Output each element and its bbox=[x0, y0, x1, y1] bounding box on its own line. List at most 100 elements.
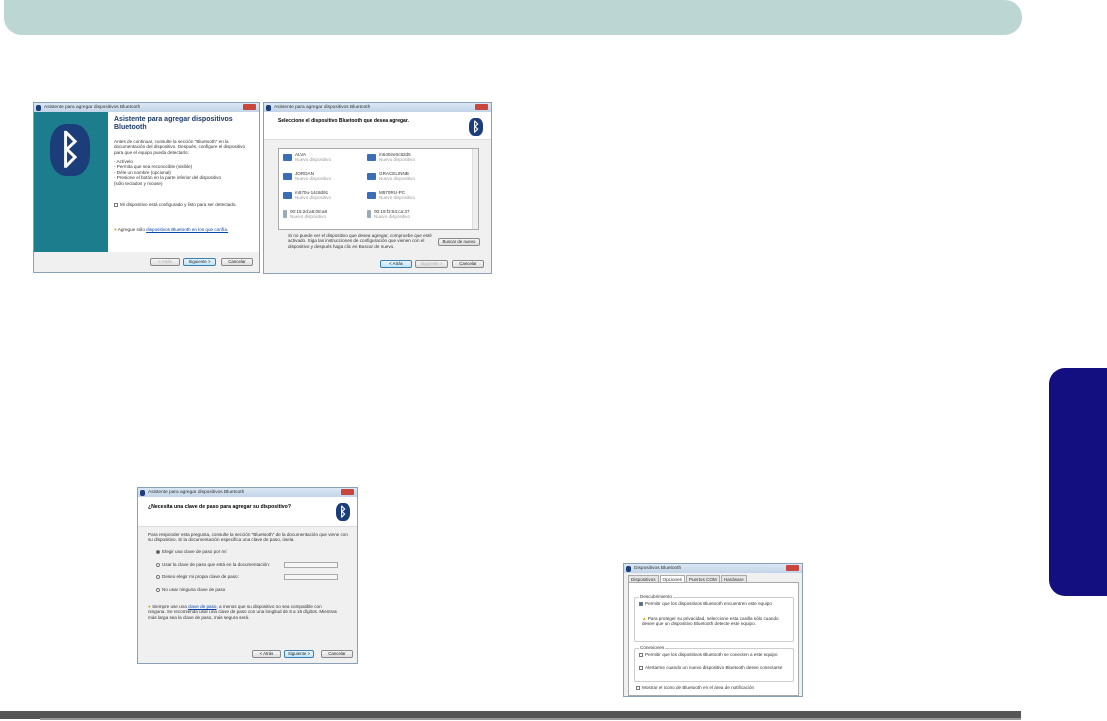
next-button[interactable]: Siguiente > bbox=[183, 258, 216, 266]
window-title: Asistente para agregar dispositivos Blue… bbox=[274, 105, 371, 110]
back-button[interactable]: < Atrás bbox=[150, 258, 180, 266]
bluetooth-icon bbox=[36, 104, 41, 111]
wizard-heading: Asistente para agregar dispositivos Blue… bbox=[114, 116, 233, 131]
bluetooth-select-device-dialog: Asistente para agregar dispositivos Blue… bbox=[263, 102, 492, 274]
option-label: Deseo elegir mi propia clave de paso: bbox=[162, 574, 239, 579]
device-status: Nuevo dispositivo bbox=[295, 157, 332, 162]
close-button[interactable] bbox=[475, 104, 488, 110]
note-text: Siempre use una bbox=[152, 604, 187, 609]
discovery-label: Descubrimiento bbox=[639, 594, 673, 600]
device-status: Nuevo dispositivo bbox=[379, 157, 416, 162]
passkey-link[interactable]: clave de paso bbox=[188, 604, 216, 609]
computer-icon bbox=[283, 172, 292, 180]
device-list-item[interactable]: GRACELINNB Nuevo dispositivo bbox=[367, 171, 415, 181]
trust-note: ● Agregue sólo dispositivos Bluetooth en… bbox=[114, 227, 259, 232]
device-list-item[interactable]: m570u-14c8d91 Nuevo dispositivo bbox=[283, 190, 331, 200]
computer-icon bbox=[283, 191, 292, 199]
cancel-button[interactable]: Cancelar bbox=[321, 650, 353, 658]
checkbox-label: Permitir que los dispositivos Bluetooth … bbox=[645, 601, 772, 606]
shield-icon: ● bbox=[114, 227, 117, 232]
search-again-button[interactable]: Buscar de nuevo bbox=[438, 238, 480, 246]
bluetooth-passkey-dialog: Asistente para agregar dispositivos Blue… bbox=[137, 487, 358, 664]
step: (sólo teclados y mouse) bbox=[114, 180, 163, 186]
intro-text: Para responder esta pregunta, consulte l… bbox=[148, 532, 348, 543]
passkey-option-documentation[interactable]: Usar la clave de paso que está en la doc… bbox=[156, 562, 270, 567]
computer-icon bbox=[367, 191, 376, 199]
passkey-option-custom[interactable]: Deseo elegir mi propia clave de paso: bbox=[156, 574, 239, 579]
cancel-button[interactable]: Cancelar bbox=[452, 260, 484, 268]
device-list-item[interactable]: 00:19:f3:54:ca:37 Nuevo dispositivo bbox=[367, 209, 410, 219]
device-status: Nuevo dispositivo bbox=[379, 176, 416, 181]
next-button[interactable]: Siguiente > bbox=[284, 650, 314, 658]
computer-icon bbox=[367, 153, 376, 161]
custom-passkey-input[interactable] bbox=[284, 574, 338, 580]
checkbox-label: Alertarme cuando un nuevo dispositivo Bl… bbox=[645, 665, 783, 670]
computer-icon bbox=[283, 153, 292, 161]
device-status: Nuevo dispositivo bbox=[379, 195, 416, 200]
title-bar: Asistente para agregar dispositivos Blue… bbox=[264, 103, 491, 112]
passkey-note: ● Siempre use una clave de paso, a menos… bbox=[148, 604, 338, 620]
title-bar: Asistente para agregar dispositivos Blue… bbox=[138, 488, 357, 497]
ready-checkbox[interactable]: Mi dispositivo está configurado y listo … bbox=[114, 202, 259, 207]
close-button[interactable] bbox=[243, 104, 256, 110]
device-status: Nuevo dispositivo bbox=[295, 176, 332, 181]
device-list-item[interactable]: 00:15:2d:a6:08:a8 Nuevo dispositivo bbox=[283, 209, 327, 219]
trusted-devices-link[interactable]: dispositivos Bluetooth en los que confía… bbox=[146, 227, 228, 232]
passkey-option-auto[interactable]: Elegir una clave de paso por mí bbox=[156, 549, 227, 554]
tab-devices[interactable]: Dispositivos bbox=[628, 575, 659, 582]
intro-text: Antes de continuar, consulte la sección … bbox=[114, 139, 245, 155]
device-status: Nuevo dispositivo bbox=[374, 214, 411, 219]
cancel-button[interactable]: Cancelar bbox=[221, 258, 253, 266]
window-title: Asistente para agregar dispositivos Blue… bbox=[148, 490, 245, 495]
warning-text: Para proteger su privacidad, seleccione … bbox=[642, 616, 779, 627]
checkbox-label: Mi dispositivo está configurado y listo … bbox=[120, 202, 237, 207]
alert-new-device-checkbox[interactable]: Alertarme cuando un nuevo dispositivo Bl… bbox=[639, 665, 789, 670]
step-heading: ¿Necesita una clave de paso para agregar… bbox=[148, 504, 291, 510]
checkbox-label: Permitir que los dispositivos Bluetooth … bbox=[645, 652, 778, 657]
close-button[interactable] bbox=[786, 565, 799, 571]
window-title: Asistente para agregar dispositivos Blue… bbox=[44, 105, 141, 110]
device-list-item[interactable]: ALVA Nuevo dispositivo bbox=[283, 152, 331, 162]
option-label: Usar la clave de paso que está en la doc… bbox=[162, 562, 271, 567]
bluetooth-icon bbox=[266, 104, 271, 111]
passkey-option-none[interactable]: No usar ninguna clave de paso bbox=[156, 587, 225, 592]
scrollbar[interactable] bbox=[472, 149, 478, 229]
bluetooth-icon bbox=[626, 565, 631, 572]
device-list-item[interactable]: M570RU-PC Nuevo dispositivo bbox=[367, 190, 415, 200]
note-text: Agregue sólo bbox=[117, 227, 145, 232]
tab-options[interactable]: Opciones bbox=[659, 575, 685, 582]
bluetooth-logo-icon: ᛒ bbox=[469, 118, 483, 136]
phone-icon bbox=[367, 210, 371, 218]
bluetooth-icon bbox=[140, 489, 145, 496]
title-bar: Asistente para agregar dispositivos Blue… bbox=[34, 103, 259, 112]
device-status: Nuevo dispositivo bbox=[290, 214, 327, 219]
device-list[interactable]: ALVA Nuevo dispositivo m540ire0c82d5 Nuevo … bbox=[278, 148, 479, 230]
privacy-warning: ▲ Para proteger su privacidad, seleccion… bbox=[642, 616, 792, 627]
shield-icon: ● bbox=[148, 604, 151, 609]
allow-discovery-checkbox[interactable]: Permitir que los dispositivos Bluetooth … bbox=[639, 601, 789, 606]
connections-label: Conexiones bbox=[639, 645, 666, 651]
page-header-bar bbox=[4, 0, 1022, 35]
device-list-item[interactable]: JORDAN Nuevo dispositivo bbox=[283, 171, 331, 181]
device-list-item[interactable]: m540ire0c82d5 Nuevo dispositivo bbox=[367, 152, 415, 162]
documentation-passkey-input[interactable] bbox=[284, 562, 338, 568]
computer-icon bbox=[367, 172, 376, 180]
bluetooth-logo-icon: ᛒ bbox=[336, 503, 350, 521]
tab-com-ports[interactable]: Puertos COM bbox=[685, 575, 720, 582]
help-text: Si no puede ver el dispositivo que desea… bbox=[288, 233, 432, 249]
warning-icon: ▲ bbox=[642, 616, 647, 621]
back-button[interactable]: < Atrás bbox=[380, 260, 412, 268]
bluetooth-logo-icon: ᛒ bbox=[50, 124, 90, 176]
allow-connections-checkbox[interactable]: Permitir que los dispositivos Bluetooth … bbox=[639, 652, 789, 657]
back-button[interactable]: < Atrás bbox=[252, 650, 281, 658]
chapter-side-tab bbox=[1049, 368, 1107, 596]
footer-rule bbox=[40, 718, 1021, 720]
title-bar: Dispositivos Bluetooth bbox=[624, 564, 802, 573]
close-button[interactable] bbox=[341, 489, 354, 495]
show-tray-icon-checkbox[interactable]: Mostrar el icono de Bluetooth en el área… bbox=[636, 685, 796, 690]
next-button[interactable]: Siguiente > bbox=[415, 260, 448, 268]
checkbox-label: Mostrar el icono de Bluetooth en el área… bbox=[642, 685, 755, 690]
step-heading: Seleccione el dispositivo Bluetooth que … bbox=[278, 118, 409, 124]
bluetooth-wizard-welcome-dialog: Asistente para agregar dispositivos Blue… bbox=[33, 102, 260, 273]
tab-hardware[interactable]: Hardware bbox=[720, 575, 747, 582]
